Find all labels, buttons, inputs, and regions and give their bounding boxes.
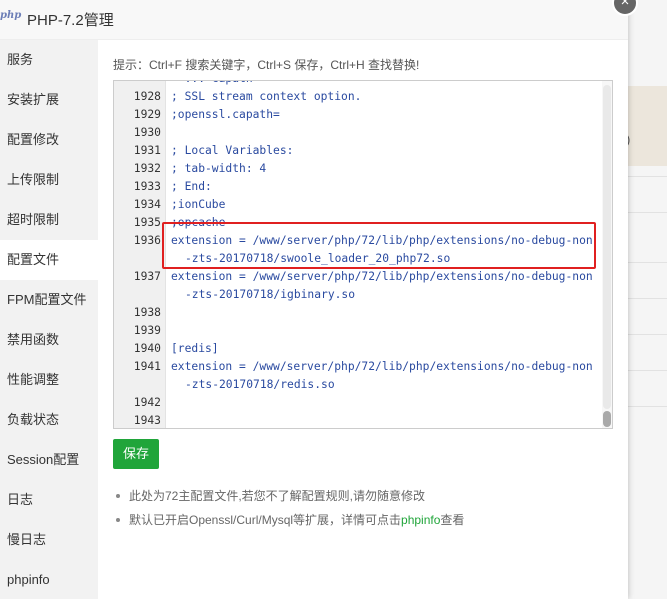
sidebar-item[interactable]: phpinfo — [0, 560, 98, 599]
sidebar-item[interactable]: 日志 — [0, 480, 98, 520]
note-text: 默认已开启Openssl/Curl/Mysql等扩展，详情可点击 — [129, 513, 402, 527]
line-number: 1938 — [133, 306, 161, 319]
code-line[interactable]: -zts-20170718/redis.so — [185, 376, 335, 394]
background-divider — [628, 406, 667, 407]
line-number: 1943 — [133, 414, 161, 427]
code-line[interactable]: -zts-20170718/igbinary.so — [185, 286, 355, 304]
sidebar: 服务 安装扩展 配置修改 上传限制 超时限制 配置文件 FPM配置文件 禁用函数 性能调整 负载状… — [0, 40, 98, 599]
note-item: 此处为72主配置文件,若您不了解配置规则,请勿随意修改 — [113, 486, 613, 510]
save-button[interactable]: 保存 — [113, 439, 159, 469]
note-text: 此处为72主配置文件,若您不了解配置规则,请勿随意修改 — [129, 489, 426, 503]
line-number: 1934 — [133, 198, 161, 211]
sidebar-item[interactable]: 超时限制 — [0, 200, 98, 240]
background-divider — [628, 334, 667, 335]
scrollbar-thumb[interactable] — [603, 411, 611, 427]
background-banner — [628, 86, 667, 166]
modal-title: PHP-7.2管理 — [27, 12, 114, 29]
background-divider — [628, 176, 667, 177]
line-number: 1935 — [133, 216, 161, 229]
sidebar-item[interactable]: 禁用函数 — [0, 320, 98, 360]
annotation-highlight-box — [162, 222, 596, 269]
line-number: 1936 — [133, 234, 161, 247]
sidebar-item[interactable]: 负载状态 — [0, 400, 98, 440]
code-line[interactable]: ; SSL stream context option. — [171, 88, 361, 106]
line-number: 1931 — [133, 144, 161, 157]
line-number: 1937 — [133, 270, 161, 283]
line-number: 1930 — [133, 126, 161, 139]
note-text: 查看 — [440, 513, 465, 527]
sidebar-item[interactable]: 配置修改 — [0, 120, 98, 160]
line-number: 1928 — [133, 90, 161, 103]
background-divider — [628, 370, 667, 371]
sidebar-item[interactable]: 性能调整 — [0, 360, 98, 400]
notes-list: 此处为72主配置文件,若您不了解配置规则,请勿随意修改 默认已开启Openssl… — [113, 486, 613, 534]
code-line[interactable]: ; End: — [171, 178, 212, 196]
line-number: 1932 — [133, 162, 161, 175]
background-divider — [628, 262, 667, 263]
sidebar-item[interactable]: FPM配置文件 — [0, 280, 98, 320]
line-number: 1942 — [133, 396, 161, 409]
code-line[interactable]: extension = /www/server/php/72/lib/php/e… — [171, 268, 593, 286]
code-line[interactable]: ;openssl.capath= — [171, 106, 280, 124]
code-line[interactable]: ; Local Variables: — [171, 142, 293, 160]
code-line[interactable]: [redis] — [171, 340, 219, 358]
line-number: 1940 — [133, 342, 161, 355]
code-line[interactable]: ; tab-width: 4 — [171, 160, 266, 178]
sidebar-item[interactable]: Session配置 — [0, 440, 98, 480]
line-number: 1929 — [133, 108, 161, 121]
note-item: 默认已开启Openssl/Curl/Mysql等扩展，详情可点击phpinfo查… — [113, 510, 613, 534]
line-number: 1941 — [133, 360, 161, 373]
sidebar-item[interactable]: 安装扩展 — [0, 80, 98, 120]
php-logo-icon: php — [0, 10, 22, 21]
code-line[interactable]: ... capath — [171, 81, 253, 88]
code-line[interactable]: extension = /www/server/php/72/lib/php/e… — [171, 358, 593, 376]
sidebar-item[interactable]: 配置文件 — [0, 240, 98, 280]
editor-tip: 提示：Ctrl+F 搜索关键字，Ctrl+S 保存，Ctrl+H 查找替换! — [113, 58, 420, 72]
sidebar-item[interactable]: 服务 — [0, 40, 98, 80]
php-manager-modal: php PHP-7.2管理 服务 安装扩展 配置修改 上传限制 超时限制 配置文件 FPM配… — [0, 0, 628, 599]
phpinfo-link[interactable]: phpinfo — [401, 513, 440, 527]
background-divider — [628, 212, 667, 213]
scrollbar-track — [603, 85, 611, 409]
modal-header: php PHP-7.2管理 — [0, 0, 628, 40]
line-number: 1939 — [133, 324, 161, 337]
background-divider — [628, 298, 667, 299]
sidebar-item[interactable]: 慢日志 — [0, 520, 98, 560]
sidebar-item[interactable]: 上传限制 — [0, 160, 98, 200]
line-number: 1933 — [133, 180, 161, 193]
code-line[interactable]: ;ionCube — [171, 196, 225, 214]
